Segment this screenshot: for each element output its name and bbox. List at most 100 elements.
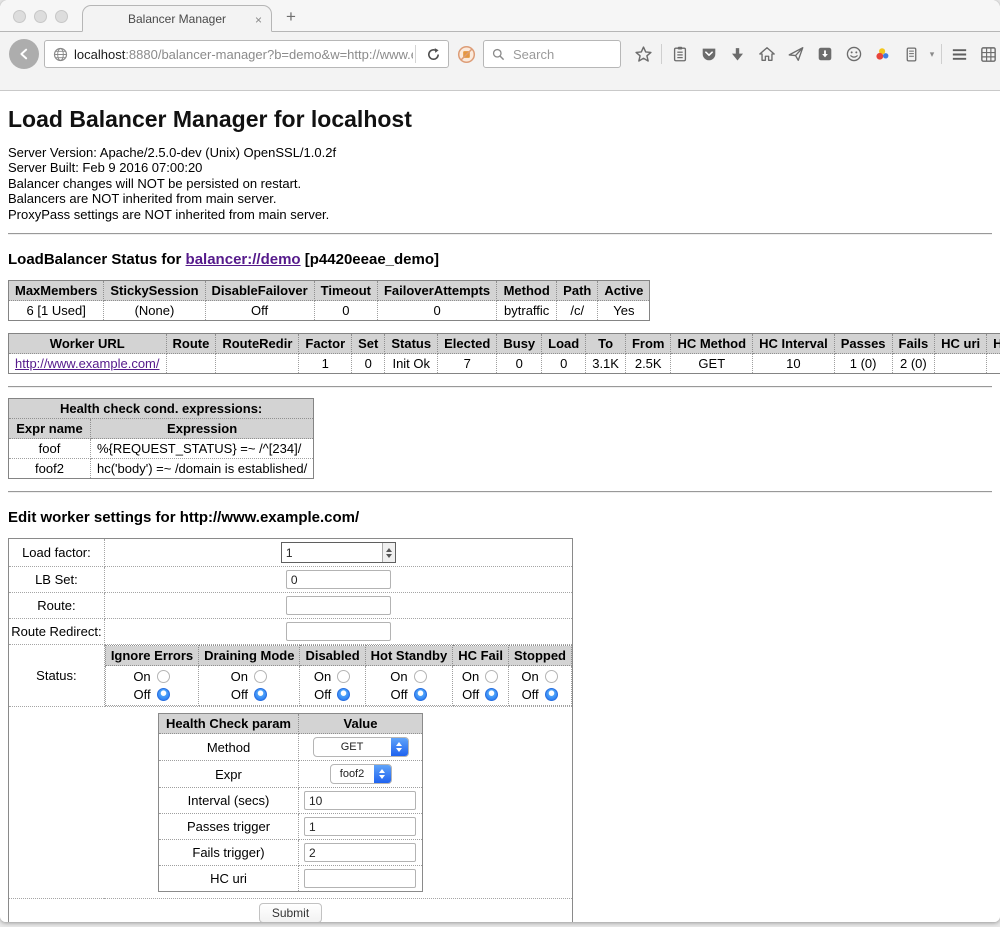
table-header-row: Worker URL Route RouteRedir Factor Set S… [9,334,1000,354]
radio-off-label: Off [231,687,248,702]
hc-passes-input[interactable] [304,817,416,836]
cell-set: 0 [352,354,385,374]
balancer-demo-link[interactable]: balancer://demo [186,251,301,268]
cell-hc-interval: 10 [753,354,835,374]
window-controls[interactable] [13,10,68,23]
route-redirect-input[interactable] [286,622,391,641]
notes-extension-button[interactable] [897,46,926,63]
hot-standby-on-radio[interactable] [414,670,427,683]
stopped-off-radio[interactable] [545,688,558,701]
url-host: localhost [74,47,125,62]
tab-title: Balancer Manager [128,12,226,26]
table-header-row: MaxMembers StickySession DisableFailover… [9,281,650,301]
lb-set-input[interactable] [286,570,391,589]
worker-url-link[interactable]: http://www.example.com/ [15,356,160,371]
disabled-on-radio[interactable] [337,670,350,683]
hc-row-expr: Expr foof2 [159,761,423,788]
ignore-errors-off-radio[interactable] [157,688,170,701]
load-factor-input[interactable] [282,543,382,562]
col-fails: Fails [892,334,935,354]
bookmarks-menu-button[interactable] [665,45,694,63]
ignore-errors-on-radio[interactable] [157,670,170,683]
menu-button[interactable] [945,45,974,64]
download-box-icon [816,45,834,63]
number-spinner[interactable] [382,543,395,562]
radio-off-label: Off [390,687,407,702]
hot-standby-off-radio[interactable] [414,688,427,701]
downloads-button[interactable] [723,46,752,63]
pocket-button[interactable] [694,45,723,63]
table-title-row: Health check cond. expressions: [9,399,314,419]
heading-suffix: [p4420eeae_demo] [301,251,439,268]
disabled-off-radio[interactable] [337,688,350,701]
bookmarks-strip [0,76,1000,91]
back-button[interactable] [9,39,39,69]
edit-worker-form: Load factor: LB Set: Route: Route Redire… [8,538,573,922]
radio-on-label: On [390,669,407,684]
cell-hc-method: GET [671,354,753,374]
stopped-on-radio[interactable] [545,670,558,683]
edit-worker-heading: Edit worker settings for http://www.exam… [8,509,992,526]
cell-fails: 2 (0) [892,354,935,374]
search-bar[interactable] [483,40,621,68]
colored-dots-icon [874,45,892,63]
spinner-up-icon[interactable] [386,548,392,552]
cell-routeredir [216,354,299,374]
col-hc-interval: HC Interval [753,334,835,354]
hc-method-select[interactable]: GET [313,737,409,757]
hc-row-fails: Fails trigger) [159,840,423,866]
overflow-caret-icon[interactable]: ▾ [926,49,938,60]
url-path: :8880/balancer-manager?b=demo&w=http://w… [125,47,413,62]
draining-mode-off-radio[interactable] [254,688,267,701]
cell-timeout: 0 [314,301,377,321]
draining-mode-on-radio[interactable] [254,670,267,683]
hc-uri-input[interactable] [304,869,416,888]
close-tab-icon[interactable]: × [255,13,262,27]
tiles-extension-button[interactable] [974,45,1000,64]
col-passes: Passes [834,334,892,354]
col-draining-mode: Draining Mode [199,646,300,666]
back-arrow-icon [17,47,31,61]
minimize-window-button[interactable] [34,10,47,23]
reload-button[interactable] [418,47,448,62]
send-tab-button[interactable] [781,45,810,63]
hc-fail-off-radio[interactable] [485,688,498,701]
submit-button[interactable]: Submit [259,903,322,922]
hc-expr-selected-value: foof2 [331,768,374,780]
tab-balancer-manager[interactable]: Balancer Manager × [82,5,272,32]
content-blocked-button[interactable] [449,45,483,64]
radio-on-label: On [462,669,479,684]
download-panel-button[interactable] [810,45,839,63]
form-row-route: Route: [9,593,573,619]
col-load: Load [542,334,586,354]
cell-passes: 1 (0) [834,354,892,374]
cell-hc-uri [935,354,987,374]
cell-from: 2.5K [625,354,671,374]
col-active: Active [598,281,650,301]
url-text[interactable]: localhost:8880/balancer-manager?b=demo&w… [74,47,413,62]
hc-fails-input[interactable] [304,843,416,862]
hc-fail-on-radio[interactable] [485,670,498,683]
search-input[interactable] [511,46,601,63]
reload-icon [426,47,441,62]
hc-expr-select[interactable]: foof2 [330,764,392,784]
zoom-window-button[interactable] [55,10,68,23]
grid-icon [979,45,998,64]
col-timeout: Timeout [314,281,377,301]
bookmark-star-button[interactable] [629,45,658,64]
status-radio-row: On Off On Off [105,666,571,706]
hc-interval-input[interactable] [304,791,416,810]
new-tab-button[interactable]: + [286,8,296,25]
spinner-down-icon[interactable] [386,554,392,558]
colored-dots-extension-button[interactable] [868,45,897,63]
address-bar[interactable]: localhost:8880/balancer-manager?b=demo&w… [44,40,449,68]
divider [8,233,992,235]
cell-path: /c/ [557,301,598,321]
home-button[interactable] [752,45,781,63]
close-window-button[interactable] [13,10,26,23]
table-header-row: Expr name Expression [9,419,314,439]
route-input[interactable] [286,596,391,615]
radio-off-label: Off [521,687,538,702]
cell-expression: %{REQUEST_STATUS} =~ /^[234]/ [91,439,314,459]
feedback-button[interactable] [839,45,868,63]
